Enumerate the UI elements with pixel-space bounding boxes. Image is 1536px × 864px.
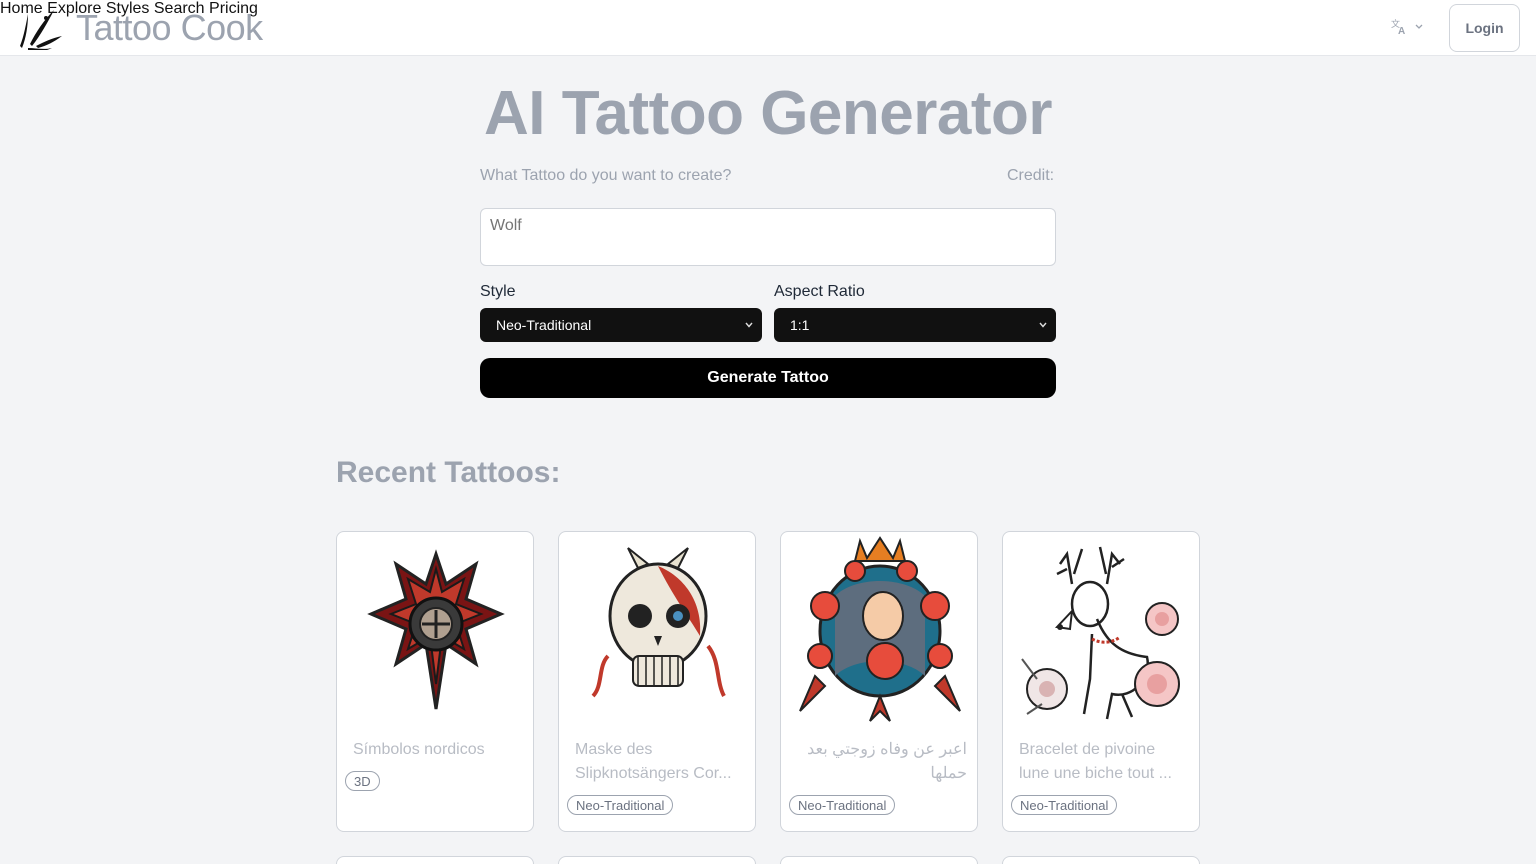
chevron-down-icon: [745, 322, 753, 328]
tattoo-card[interactable]: Maske des Slipknotsängers Cor... Neo-Tra…: [558, 531, 756, 832]
generate-tattoo-button[interactable]: Generate Tattoo: [480, 358, 1056, 398]
tattoo-card-title: Bracelet de pivoine lune une biche tout …: [1019, 741, 1172, 782]
tattoo-card[interactable]: Símbolos nordicos 3D: [336, 531, 534, 832]
tattoo-card-partial[interactable]: [558, 856, 756, 864]
style-select[interactable]: Neo-Traditional: [480, 308, 762, 342]
tattoo-image-deer-peony: [1003, 536, 1199, 726]
prompt-input[interactable]: [480, 208, 1056, 266]
style-badge: 3D: [345, 771, 380, 791]
style-badge: Neo-Traditional: [567, 795, 674, 815]
tattoo-image-skull-mask: [559, 536, 755, 726]
aspect-ratio-select-value: 1:1: [790, 317, 810, 333]
aspect-ratio-select[interactable]: 1:1: [774, 308, 1056, 342]
style-badge: Neo-Traditional: [1011, 795, 1118, 815]
page-title: AI Tattoo Generator: [483, 79, 1053, 148]
tattoo-card-partial[interactable]: [1002, 856, 1200, 864]
svg-text:A: A: [1398, 26, 1405, 36]
tattoo-image-mother-roses: [781, 536, 977, 726]
credit-label: Credit:: [1007, 167, 1055, 184]
chevron-down-icon: [1415, 24, 1423, 29]
top-navbar: Tattoo Cook Home Explore Styles Search P…: [0, 0, 1536, 56]
tattoo-card-title: Maske des Slipknotsängers Cor...: [575, 741, 732, 782]
aspect-ratio-label: Aspect Ratio: [774, 283, 865, 300]
tattoo-card[interactable]: اعبر عن وفاه زوجتي بعد حملها Neo-Traditi…: [780, 531, 978, 832]
tattoo-card-title: اعبر عن وفاه زوجتي بعد حملها: [807, 741, 967, 782]
brand-logo[interactable]: Tattoo Cook: [16, 6, 263, 50]
tattoo-image-nordic-symbol: [337, 536, 533, 726]
brush-logo-icon: [20, 10, 62, 50]
recent-tattoos-heading: Recent Tattoos:: [336, 456, 561, 489]
style-select-value: Neo-Traditional: [496, 317, 592, 333]
translate-icon: 文 A: [1391, 18, 1405, 36]
login-button[interactable]: Login: [1449, 4, 1520, 52]
style-badge: Neo-Traditional: [789, 795, 896, 815]
brand-name: Tattoo Cook: [76, 7, 263, 48]
tattoo-card[interactable]: Bracelet de pivoine lune une biche tout …: [1002, 531, 1200, 832]
tattoo-card-title: Símbolos nordicos: [353, 741, 485, 758]
language-switcher[interactable]: 文 A: [1390, 18, 1424, 36]
prompt-label: What Tattoo do you want to create?: [480, 167, 732, 184]
chevron-down-icon: [1039, 322, 1047, 328]
tattoo-card-partial[interactable]: [336, 856, 534, 864]
tattoo-card-partial[interactable]: [780, 856, 978, 864]
style-label: Style: [480, 283, 516, 300]
